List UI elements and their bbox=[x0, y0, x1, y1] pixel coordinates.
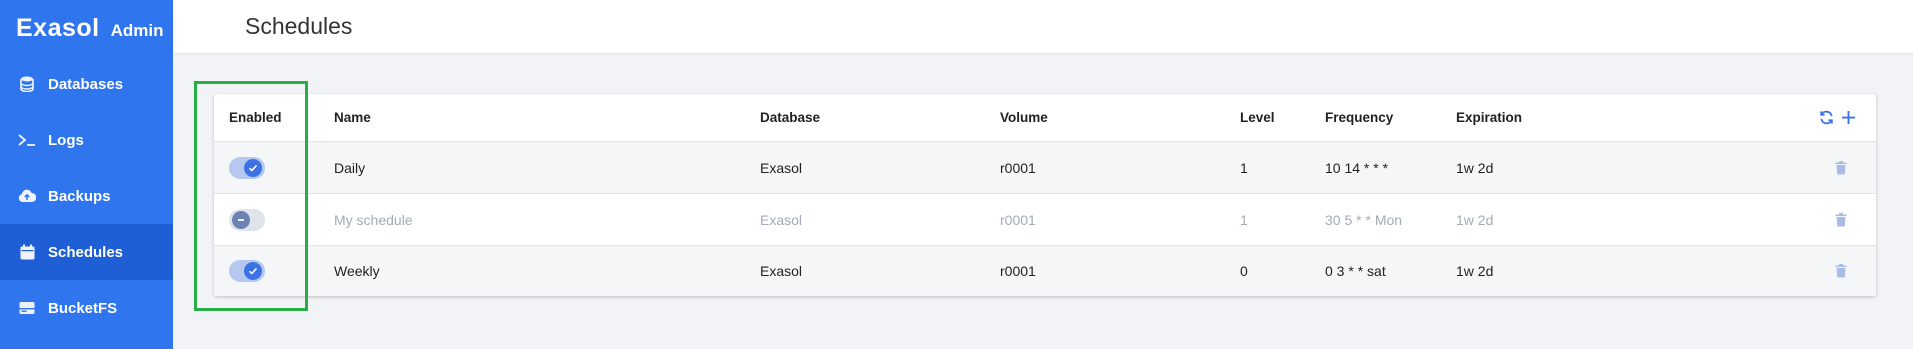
schedule-database: Exasol bbox=[760, 159, 803, 176]
schedule-volume: r0001 bbox=[1000, 211, 1036, 228]
calendar-icon bbox=[18, 243, 36, 261]
schedule-volume: r0001 bbox=[1000, 263, 1036, 279]
trash-icon[interactable] bbox=[1833, 160, 1849, 176]
schedule-database: Exasol bbox=[760, 211, 803, 228]
column-header-enabled[interactable]: Enabled bbox=[229, 94, 282, 141]
sidebar-item-bucketfs[interactable]: BucketFS bbox=[0, 280, 173, 336]
column-header-expiration[interactable]: Expiration bbox=[1456, 94, 1522, 141]
page-header: Schedules bbox=[173, 0, 1913, 53]
schedule-frequency: 0 3 * * sat bbox=[1325, 263, 1386, 279]
column-header-level[interactable]: Level bbox=[1240, 94, 1275, 141]
app-subtitle: Admin bbox=[110, 20, 164, 40]
sidebar-item-schedules[interactable]: Schedules bbox=[0, 224, 173, 280]
check-icon bbox=[244, 262, 262, 280]
sidebar-item-label: Logs bbox=[48, 131, 84, 149]
schedule-frequency: 30 5 * * Mon bbox=[1325, 211, 1403, 228]
sidebar-item-label: Databases bbox=[48, 75, 124, 93]
minus-icon bbox=[232, 210, 250, 229]
schedules-table: Enabled Name Database Volume Level Frequ… bbox=[214, 94, 1876, 296]
table-row: Daily Exasol r0001 1 10 14 * * * 1w 2d bbox=[214, 142, 1876, 194]
enabled-toggle[interactable] bbox=[229, 208, 265, 231]
table-row: Weekly Exasol r0001 0 0 3 * * sat 1w 2d bbox=[214, 246, 1876, 296]
check-icon bbox=[244, 158, 262, 177]
sidebar-item-label: Backups bbox=[48, 187, 111, 205]
plus-icon[interactable] bbox=[1840, 110, 1856, 126]
database-icon bbox=[18, 75, 36, 93]
app-logo: Exasol bbox=[16, 13, 100, 42]
column-header-name[interactable]: Name bbox=[334, 94, 371, 141]
trash-icon[interactable] bbox=[1833, 212, 1849, 228]
schedule-name: Daily bbox=[334, 159, 366, 176]
page-title: Schedules bbox=[245, 13, 353, 39]
schedule-expiration: 1w 2d bbox=[1456, 159, 1494, 176]
enabled-toggle[interactable] bbox=[229, 260, 265, 282]
storage-icon bbox=[18, 299, 36, 317]
table-header-row: Enabled Name Database Volume Level Frequ… bbox=[214, 94, 1876, 142]
enabled-toggle[interactable] bbox=[229, 156, 265, 179]
schedule-expiration: 1w 2d bbox=[1456, 263, 1494, 279]
terminal-icon bbox=[18, 131, 36, 149]
schedule-level: 1 bbox=[1240, 211, 1248, 228]
sidebar-item-logs[interactable]: Logs bbox=[0, 112, 173, 168]
schedule-name: Weekly bbox=[334, 263, 380, 279]
schedule-frequency: 10 14 * * * bbox=[1325, 159, 1389, 176]
refresh-icon[interactable] bbox=[1818, 110, 1834, 126]
sidebar-item-databases[interactable]: Databases bbox=[0, 56, 173, 112]
schedule-level: 1 bbox=[1240, 159, 1248, 176]
sidebar-item-label: Schedules bbox=[48, 243, 124, 261]
column-header-database[interactable]: Database bbox=[760, 94, 820, 141]
trash-icon[interactable] bbox=[1833, 263, 1849, 279]
column-header-frequency[interactable]: Frequency bbox=[1325, 94, 1393, 141]
schedule-expiration: 1w 2d bbox=[1456, 211, 1494, 228]
sidebar: Exasol Admin Databases Logs Backups Sche… bbox=[0, 0, 173, 349]
cloud-upload-icon bbox=[18, 187, 36, 205]
schedule-database: Exasol bbox=[760, 263, 803, 279]
sidebar-item-backups[interactable]: Backups bbox=[0, 168, 173, 224]
schedule-name: My schedule bbox=[334, 211, 413, 228]
table-row: My schedule Exasol r0001 1 30 5 * * Mon … bbox=[214, 194, 1876, 246]
sidebar-item-label: BucketFS bbox=[48, 299, 118, 317]
table-actions bbox=[1818, 94, 1856, 141]
schedule-volume: r0001 bbox=[1000, 159, 1036, 176]
brand: Exasol Admin bbox=[0, 0, 173, 56]
column-header-volume[interactable]: Volume bbox=[1000, 94, 1048, 141]
schedule-level: 0 bbox=[1240, 263, 1248, 279]
